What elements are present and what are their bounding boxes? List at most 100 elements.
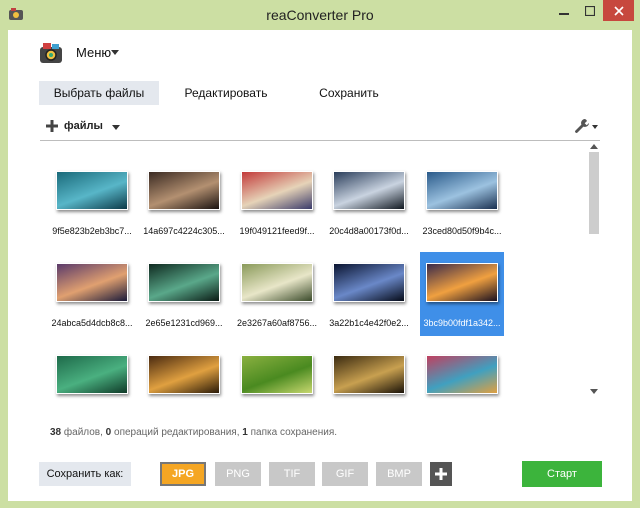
file-item[interactable]: 20c4d8a00173f0d... [327, 160, 411, 244]
file-name: 3a22b1c4e42f0e2... [329, 318, 409, 328]
thumbnail-frame [142, 344, 226, 400]
tab-save[interactable]: Сохранить [308, 81, 390, 105]
thumbnail-frame [420, 160, 504, 220]
image-thumbnail [426, 170, 498, 210]
file-name: 2e3267a60af8756... [236, 318, 318, 328]
file-item[interactable]: 3a22b1c4e42f0e2... [327, 252, 411, 336]
close-button[interactable] [603, 0, 634, 21]
start-button[interactable]: Старт [522, 461, 602, 487]
image-thumbnail [241, 170, 313, 210]
file-name: 23ced80d50f9b4c... [422, 226, 502, 236]
thumbnail-frame [327, 252, 411, 312]
tab-select-files[interactable]: Выбрать файлы [39, 81, 159, 105]
scroll-down-icon[interactable] [590, 389, 598, 394]
file-item[interactable]: 24abca5d4dcb8c8... [50, 252, 134, 336]
window-title: reaConverter Pro [266, 7, 374, 23]
minimize-icon [559, 13, 569, 15]
format-tif-button[interactable]: TIF [269, 462, 315, 486]
file-item[interactable] [142, 344, 226, 400]
files-count: 38 [50, 427, 62, 438]
file-name: 2e65e1231cd969... [145, 318, 223, 328]
scroll-thumb[interactable] [589, 152, 599, 234]
file-item[interactable] [327, 344, 411, 400]
file-item[interactable] [420, 344, 504, 400]
format-jpg-button[interactable]: JPG [160, 462, 206, 486]
status-bar: 38 файлов, 0 операций редактирования, 1 … [50, 427, 337, 438]
image-thumbnail [333, 354, 405, 394]
format-bmp-button[interactable]: BMP [376, 462, 422, 486]
menu-button[interactable]: Меню [76, 45, 111, 60]
file-item[interactable]: 9f5e823b2eb3bc7... [50, 160, 134, 244]
scroll-up-icon[interactable] [590, 144, 598, 149]
file-name: 9f5e823b2eb3bc7... [52, 226, 132, 236]
thumbnail-frame [327, 160, 411, 220]
thumbnail-frame [327, 344, 411, 400]
file-item[interactable]: 2e65e1231cd969... [142, 252, 226, 336]
image-thumbnail [148, 354, 220, 394]
file-item[interactable] [235, 344, 319, 400]
files-toolbar: файлы [40, 117, 600, 139]
thumbnail-frame [235, 344, 319, 400]
wrench-icon[interactable] [574, 118, 590, 134]
title-bar[interactable]: reaConverter Pro [0, 0, 640, 30]
thumbnail-frame [50, 160, 134, 220]
file-name: 24abca5d4dcb8c8... [51, 318, 133, 328]
image-thumbnail [333, 170, 405, 210]
image-thumbnail [426, 262, 498, 302]
file-item[interactable]: 19f049121feed9f... [235, 160, 319, 244]
edits-count-label: операций редактирования, [114, 427, 240, 438]
app-logo-icon [40, 43, 62, 63]
chevron-down-icon[interactable] [111, 50, 119, 55]
file-item[interactable] [50, 344, 134, 400]
image-thumbnail [56, 262, 128, 302]
image-thumbnail [426, 354, 498, 394]
add-files-button[interactable]: файлы [64, 120, 103, 132]
main-panel: Меню Выбрать файлы Редактировать Сохрани… [8, 30, 632, 501]
file-name: 19f049121feed9f... [239, 226, 315, 236]
file-item[interactable]: 14a697c4224c305... [142, 160, 226, 244]
thumbnail-frame [50, 252, 134, 312]
menu-row: Меню [8, 30, 632, 76]
plus-icon[interactable] [46, 120, 58, 132]
format-gif-button[interactable]: GIF [322, 462, 368, 486]
image-thumbnail [333, 262, 405, 302]
thumbnail-frame [235, 252, 319, 312]
file-grid: 9f5e823b2eb3bc7... 14a697c4224c305... 19f0… [40, 142, 600, 400]
thumbnail-frame [50, 344, 134, 400]
image-thumbnail [56, 170, 128, 210]
image-thumbnail [241, 262, 313, 302]
save-as-label: Сохранить как: [39, 462, 131, 486]
image-thumbnail [148, 262, 220, 302]
plus-icon [435, 468, 447, 480]
close-icon [613, 5, 624, 16]
file-item[interactable]: 3bc9b00fdf1a342... [420, 252, 504, 336]
file-item[interactable]: 23ced80d50f9b4c... [420, 160, 504, 244]
minimize-button[interactable] [551, 1, 577, 21]
image-thumbnail [56, 354, 128, 394]
scrollbar[interactable] [588, 140, 600, 398]
thumbnail-frame [235, 160, 319, 220]
divider [40, 140, 600, 141]
file-name: 20c4d8a00173f0d... [329, 226, 409, 236]
file-name: 14a697c4224c305... [143, 226, 225, 236]
file-item[interactable]: 2e3267a60af8756... [235, 252, 319, 336]
files-count-label: файлов, [63, 427, 103, 438]
edits-count: 0 [105, 427, 112, 438]
thumbnail-frame [142, 160, 226, 220]
folders-count: 1 [242, 427, 248, 438]
thumbnail-frame [420, 252, 504, 312]
file-name: 3bc9b00fdf1a342... [423, 318, 501, 328]
thumbnail-frame [420, 344, 504, 400]
folders-count-label: папка сохранения. [250, 427, 338, 438]
thumbnail-frame [142, 252, 226, 312]
app-window: reaConverter Pro Меню Выбрать файлы Реда… [0, 0, 640, 508]
chevron-down-icon[interactable] [112, 125, 120, 130]
maximize-button[interactable] [577, 1, 603, 21]
format-png-button[interactable]: PNG [215, 462, 261, 486]
tab-edit[interactable]: Редактировать [176, 81, 276, 105]
maximize-icon [585, 6, 595, 16]
image-thumbnail [241, 354, 313, 394]
chevron-down-icon[interactable] [592, 125, 598, 129]
add-format-button[interactable] [430, 462, 452, 486]
image-thumbnail [148, 170, 220, 210]
